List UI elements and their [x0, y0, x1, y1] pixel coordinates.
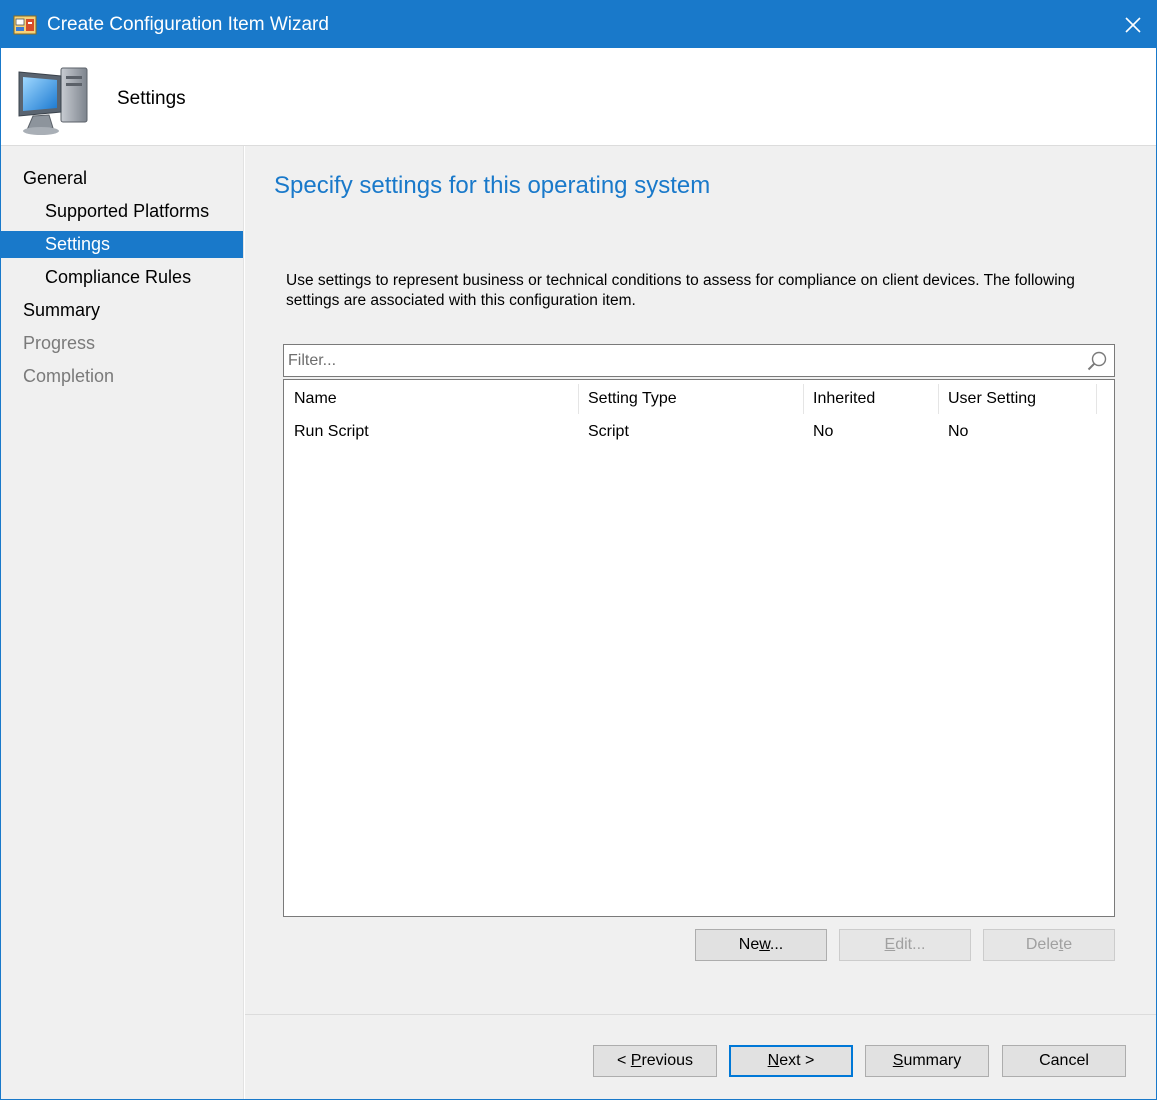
nav-item-supported-platforms[interactable]: Supported Platforms: [1, 198, 243, 225]
table-row[interactable]: Run Script Script No No: [284, 418, 1114, 446]
nav-item-compliance-rules[interactable]: Compliance Rules: [1, 264, 243, 291]
grid-header: Name Setting Type Inherited User Setting: [284, 380, 1114, 418]
column-header-inherited[interactable]: Inherited: [803, 380, 938, 418]
edit-button: Edit...: [839, 929, 971, 961]
cell-inherited: No: [813, 423, 834, 440]
wizard-step-nav: General Supported Platforms Settings Com…: [1, 146, 244, 1099]
nav-item-general[interactable]: General: [1, 165, 243, 192]
title-bar: Create Configuration Item Wizard: [1, 1, 1156, 48]
column-divider[interactable]: [1096, 384, 1097, 414]
filter-box: [283, 344, 1115, 377]
summary-button[interactable]: Summary: [865, 1045, 989, 1077]
nav-item-label: Compliance Rules: [45, 267, 192, 287]
column-header-setting-type[interactable]: Setting Type: [578, 380, 803, 418]
window-title: Create Configuration Item Wizard: [47, 14, 329, 35]
close-button[interactable]: [1110, 1, 1156, 48]
search-icon[interactable]: [1086, 350, 1108, 372]
nav-item-label: Settings: [45, 234, 111, 254]
nav-item-label: General: [23, 168, 88, 188]
previous-button[interactable]: < Previous: [593, 1045, 717, 1077]
cancel-button[interactable]: Cancel: [1002, 1045, 1126, 1077]
nav-item-completion: Completion: [1, 363, 243, 390]
delete-button: Delete: [983, 929, 1115, 961]
page-description: Use settings to represent business or te…: [286, 272, 1075, 309]
cell-user-setting: No: [948, 423, 969, 440]
configuration-item-icon: [13, 15, 37, 35]
wizard-window: Create Configuration Item Wizard Setting…: [0, 0, 1157, 1100]
nav-item-progress: Progress: [1, 330, 243, 357]
wizard-header: Settings: [1, 48, 1156, 146]
close-icon: [1125, 16, 1141, 33]
filter-input[interactable]: [288, 350, 1078, 372]
cell-name: Run Script: [294, 423, 369, 440]
cell-setting-type: Script: [588, 423, 629, 440]
nav-item-summary[interactable]: Summary: [1, 297, 243, 324]
settings-page: Specify settings for this operating syst…: [245, 146, 1156, 1014]
nav-item-label: Summary: [23, 300, 101, 320]
page-heading: Specify settings for this operating syst…: [274, 172, 711, 199]
wizard-footer: < Previous Next > Summary Cancel: [245, 1014, 1156, 1099]
next-button[interactable]: Next >: [729, 1045, 853, 1077]
column-header-user-setting[interactable]: User Setting: [938, 380, 1096, 418]
settings-grid: Name Setting Type Inherited User Setting…: [283, 379, 1115, 917]
computer-monitor-icon: [18, 67, 88, 135]
new-button[interactable]: New...: [695, 929, 827, 961]
nav-item-label: Completion: [23, 366, 115, 386]
column-header-name[interactable]: Name: [284, 380, 578, 418]
header-title: Settings: [117, 88, 186, 109]
nav-item-label: Progress: [23, 333, 96, 353]
nav-item-label: Supported Platforms: [45, 201, 210, 221]
nav-item-settings[interactable]: Settings: [1, 231, 243, 258]
